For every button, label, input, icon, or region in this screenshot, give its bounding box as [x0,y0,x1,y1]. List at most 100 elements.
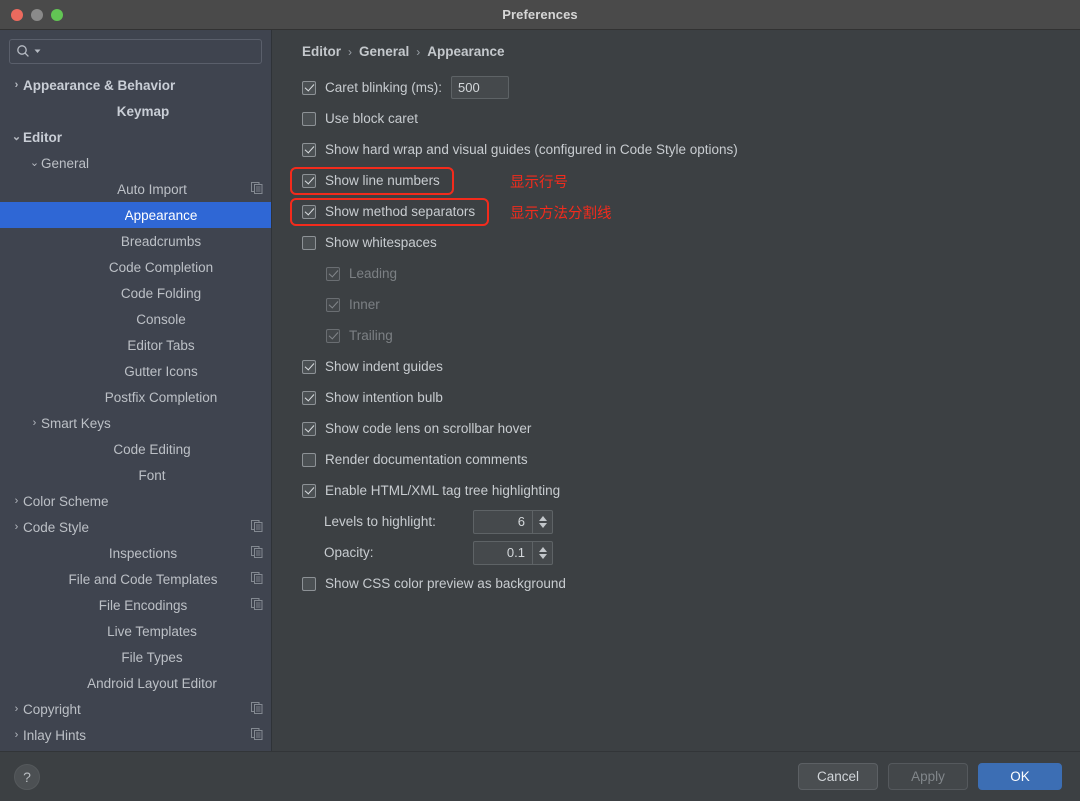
sidebar-item-inlay-hints[interactable]: › Inlay Hints [0,722,271,748]
cancel-button[interactable]: Cancel [798,763,878,790]
sidebar-item-smart-keys[interactable]: › Smart Keys [0,410,271,436]
checkbox-show-whitespaces[interactable] [302,235,316,250]
chevron-right-icon[interactable]: › [10,521,23,533]
sidebar-item-label: Inlay Hints [23,727,87,743]
search-field[interactable] [9,39,262,64]
setting-row-render-documentation-comments: Render documentation comments [292,444,1060,475]
setting-row-trailing: Trailing [292,320,1060,351]
spinner-opacity[interactable]: 0.1 [473,540,553,565]
spinner-value-opacity[interactable]: 0.1 [474,542,532,564]
close-button-icon[interactable] [11,8,23,21]
copy-settings-icon[interactable] [251,597,263,613]
sidebar-item-file-encodings[interactable]: ›File Encodings [0,592,271,618]
checkbox-label-show-hard-wrap-and-visual-guides-configured-in-code-style-options[interactable]: Show hard wrap and visual guides (config… [325,142,738,157]
spinner-up-icon[interactable] [538,546,547,552]
checkbox-show-intention-bulb[interactable] [302,390,316,405]
checkbox-caret-blinking-ms[interactable] [302,80,316,95]
sidebar-item-editor[interactable]: ⌄ Editor [0,124,271,150]
checkbox-label-show-css-color-preview-as-background[interactable]: Show CSS color preview as background [325,576,566,591]
sidebar-item-code-completion[interactable]: ›Code Completion [0,254,271,280]
breadcrumb-item-editor[interactable]: Editor [302,44,341,59]
checkbox-label-show-whitespaces[interactable]: Show whitespaces [325,235,437,250]
checkbox-inner [326,297,340,312]
chevron-right-icon[interactable]: › [10,703,23,715]
copy-settings-icon[interactable] [251,519,263,535]
copy-settings-icon[interactable] [251,727,263,743]
checkbox-label-show-code-lens-on-scrollbar-hover[interactable]: Show code lens on scrollbar hover [325,421,531,436]
sidebar-item-font[interactable]: ›Font [0,462,271,488]
sidebar-item-console[interactable]: ›Console [0,306,271,332]
apply-button[interactable]: Apply [888,763,968,790]
sidebar-item-appearance-behavior[interactable]: › Appearance & Behavior [0,72,271,98]
sidebar-item-file-and-code-templates[interactable]: ›File and Code Templates [0,566,271,592]
settings-tree[interactable]: ›Appearance & Behavior›Keymap⌄Editor⌄Gen… [0,70,271,751]
sidebar-item-auto-import[interactable]: ›Auto Import [0,176,271,202]
sidebar-item-appearance[interactable]: ›Appearance [0,202,271,228]
sidebar-item-label: Breadcrumbs [120,233,202,249]
sidebar-item-breadcrumbs[interactable]: ›Breadcrumbs [0,228,271,254]
checkbox-label-show-indent-guides[interactable]: Show indent guides [325,359,443,374]
sidebar-item-live-templates[interactable]: ›Live Templates [0,618,271,644]
sidebar-item-keymap[interactable]: ›Keymap [0,98,271,124]
checkbox-label-caret-blinking-ms[interactable]: Caret blinking (ms): [325,80,442,95]
sidebar-item-general[interactable]: ⌄ General [0,150,271,176]
sidebar-item-file-types[interactable]: ›File Types [0,644,271,670]
chevron-right-icon[interactable]: › [10,79,23,91]
chevron-down-icon[interactable]: ⌄ [28,157,41,169]
sidebar-item-code-folding[interactable]: ›Code Folding [0,280,271,306]
spinner-value-levels-to-highlight[interactable]: 6 [474,511,532,533]
checkbox-show-css-color-preview-as-background[interactable] [302,576,316,591]
setting-row-caret-blinking-ms: Caret blinking (ms): 500 [292,72,1060,103]
spinner-levels-to-highlight[interactable]: 6 [473,509,553,534]
ok-button[interactable]: OK [978,763,1062,790]
help-button[interactable]: ? [14,763,40,790]
checkbox-show-hard-wrap-and-visual-guides-configured-in-code-style-options[interactable] [302,142,316,157]
spinner-up-icon[interactable] [538,515,547,521]
sidebar-item-gutter-icons[interactable]: ›Gutter Icons [0,358,271,384]
sidebar-item-code-style[interactable]: › Code Style [0,514,271,540]
checkbox-show-code-lens-on-scrollbar-hover[interactable] [302,421,316,436]
minimize-button-icon[interactable] [31,8,43,21]
chevron-right-icon[interactable]: › [10,495,23,507]
checkbox-render-documentation-comments[interactable] [302,452,316,467]
chevron-right-icon[interactable]: › [10,729,23,741]
copy-settings-icon[interactable] [251,545,263,561]
checkbox-show-line-numbers[interactable] [302,173,316,188]
sidebar-item-label: Appearance & Behavior [23,77,176,93]
sidebar-item-editor-tabs[interactable]: ›Editor Tabs [0,332,271,358]
copy-settings-icon[interactable] [251,571,263,587]
sidebar-item-label: Code Editing [113,441,191,457]
sidebar-item-inspections[interactable]: ›Inspections [0,540,271,566]
zoom-button-icon[interactable] [51,8,63,21]
sidebar-item-postfix-completion[interactable]: ›Postfix Completion [0,384,271,410]
spinner-buttons[interactable] [532,510,552,533]
checkbox-label-use-block-caret[interactable]: Use block caret [325,111,418,126]
sidebar-item-android-layout-editor[interactable]: ›Android Layout Editor [0,670,271,696]
search-dropdown-icon[interactable] [34,48,41,55]
checkbox-label-show-intention-bulb[interactable]: Show intention bulb [325,390,443,405]
checkbox-show-indent-guides[interactable] [302,359,316,374]
spinner-buttons[interactable] [532,541,552,564]
copy-settings-icon[interactable] [251,701,263,717]
breadcrumb-item-general[interactable]: General [359,44,409,59]
checkbox-label-show-method-separators[interactable]: Show method separators [325,204,475,219]
checkbox-show-method-separators[interactable] [302,204,316,219]
spinner-down-icon[interactable] [538,553,547,559]
settings-panel: Editor › General › Appearance Caret blinking… [272,30,1080,751]
checkbox-enable-html-xml-tag-tree-highlighting[interactable] [302,483,316,498]
sidebar-item-code-editing[interactable]: ›Code Editing [0,436,271,462]
sidebar-item-color-scheme[interactable]: › Color Scheme [0,488,271,514]
search-input[interactable] [44,44,255,59]
checkbox-label-render-documentation-comments[interactable]: Render documentation comments [325,452,528,467]
checkbox-label-enable-html-xml-tag-tree-highlighting[interactable]: Enable HTML/XML tag tree highlighting [325,483,560,498]
copy-settings-icon[interactable] [251,181,263,197]
text-field-caret-blinking-ms[interactable]: 500 [451,76,510,99]
spinner-down-icon[interactable] [538,522,547,528]
breadcrumb-item-appearance[interactable]: Appearance [427,44,504,59]
chevron-down-icon[interactable]: ⌄ [10,131,23,143]
sidebar-item-label: Editor [23,129,62,145]
sidebar-item-copyright[interactable]: › Copyright [0,696,271,722]
checkbox-label-show-line-numbers[interactable]: Show line numbers [325,173,440,188]
chevron-right-icon[interactable]: › [28,417,41,429]
checkbox-use-block-caret[interactable] [302,111,316,126]
